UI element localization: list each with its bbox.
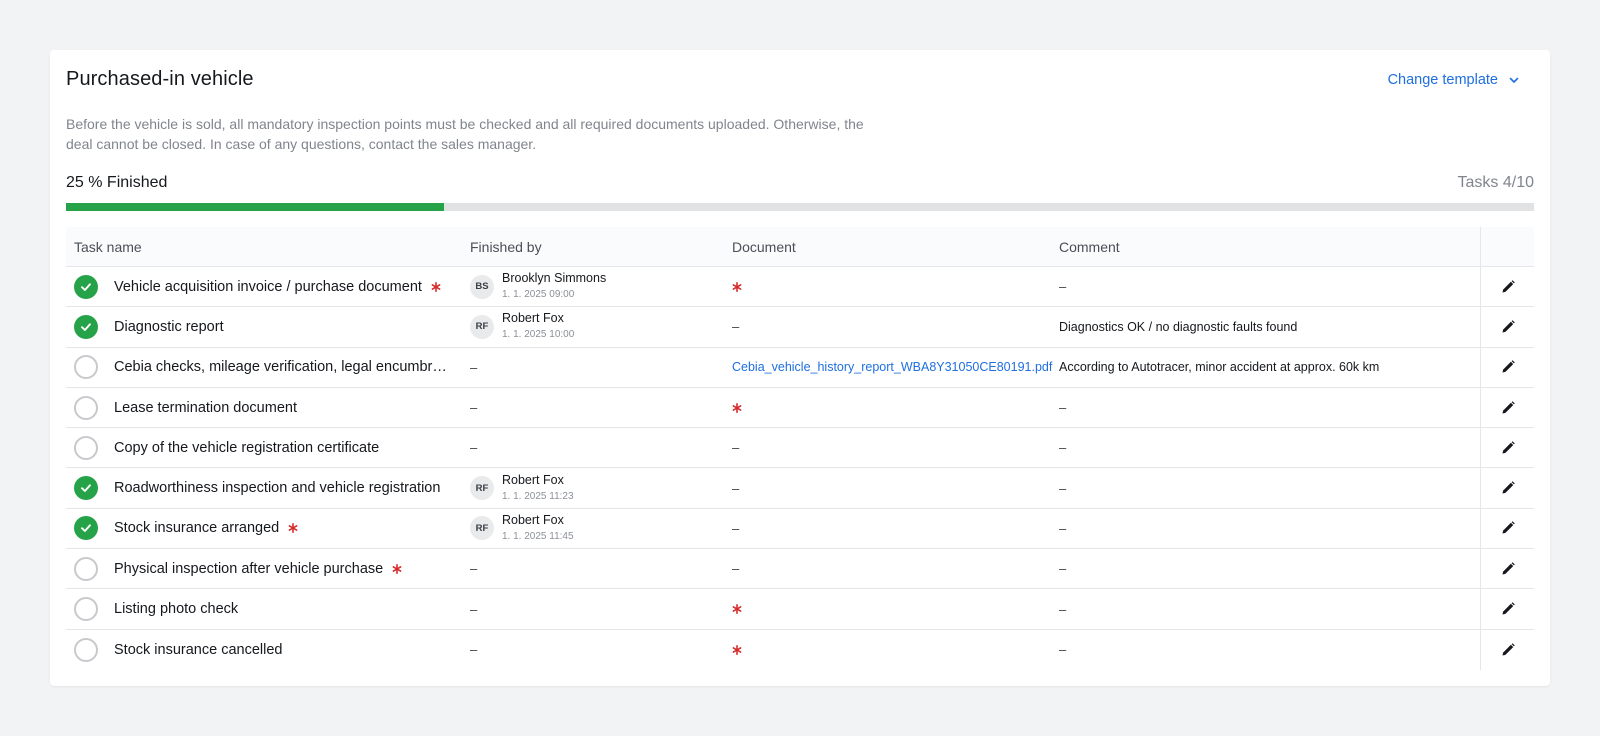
task-name: Physical inspection after vehicle purcha… <box>114 560 384 577</box>
required-asterisk-icon <box>288 523 298 534</box>
task-name: Cebia checks, mileage verification, lega… <box>114 359 454 376</box>
tasks-table: Task name Finished by Document Comment V… <box>66 226 1534 670</box>
change-template-button[interactable]: Change template <box>1388 72 1520 88</box>
comment-text: – <box>1059 440 1067 456</box>
edit-pencil-icon[interactable] <box>1500 480 1516 496</box>
empty-value: – <box>732 319 740 335</box>
table-row: Roadworthiness inspection and vehicle re… <box>66 468 1534 509</box>
empty-value: – <box>732 440 740 456</box>
document-required-asterisk-icon <box>732 604 742 615</box>
empty-value: – <box>470 601 478 617</box>
task-name: Vehicle acquisition invoice / purchase d… <box>114 278 422 295</box>
task-done-check-icon[interactable] <box>74 314 98 339</box>
empty-value: – <box>732 561 740 577</box>
progress-bar <box>66 203 1534 211</box>
avatar: BS <box>470 274 494 299</box>
edit-pencil-icon[interactable] <box>1500 642 1516 658</box>
table-header: Task name Finished by Document Comment <box>66 226 1534 267</box>
task-name: Stock insurance cancelled <box>114 641 283 658</box>
task-name: Roadworthiness inspection and vehicle re… <box>114 480 441 497</box>
avatar: RF <box>470 476 494 501</box>
edit-pencil-icon[interactable] <box>1500 561 1516 577</box>
comment-text: Diagnostics OK / no diagnostic faults fo… <box>1059 319 1298 334</box>
comment-text: – <box>1059 480 1067 496</box>
task-open-checkbox[interactable] <box>74 395 98 420</box>
column-header-actions <box>1480 226 1534 267</box>
column-header-task: Task name <box>74 238 142 255</box>
task-open-checkbox[interactable] <box>74 355 98 380</box>
empty-value: – <box>470 561 478 577</box>
change-template-label: Change template <box>1387 72 1498 88</box>
avatar: RF <box>470 314 494 339</box>
comment-text: – <box>1059 520 1067 536</box>
finished-by-name: Robert Fox <box>502 472 564 487</box>
finished-by-date: 1. 1. 2025 11:45 <box>502 530 574 542</box>
task-name: Stock insurance arranged <box>114 520 280 537</box>
finished-by-date: 1. 1. 2025 11:23 <box>502 490 574 502</box>
required-asterisk-icon <box>392 563 402 574</box>
progress-bar-fill <box>66 203 445 211</box>
checklist-description: Before the vehicle is sold, all mandator… <box>66 116 864 152</box>
progress-label: 25 % Finished <box>66 174 168 191</box>
page-title: Purchased-in vehicle <box>66 68 254 90</box>
checklist-card: Purchased-in vehicle Change template Bef… <box>50 50 1550 686</box>
document-link[interactable]: Cebia_vehicle_history_report_WBA8Y31050C… <box>732 360 1052 374</box>
comment-text: According to Autotracer, minor accident … <box>1059 360 1380 375</box>
edit-pencil-icon[interactable] <box>1500 440 1516 456</box>
edit-pencil-icon[interactable] <box>1500 400 1516 416</box>
task-done-check-icon[interactable] <box>74 476 98 501</box>
chevron-down-icon <box>1509 77 1519 83</box>
table-row: Vehicle acquisition invoice / purchase d… <box>66 267 1534 308</box>
edit-pencil-icon[interactable] <box>1500 520 1516 536</box>
edit-pencil-icon[interactable] <box>1500 601 1516 617</box>
comment-text: – <box>1059 279 1067 295</box>
task-open-checkbox[interactable] <box>74 637 98 662</box>
comment-text: – <box>1059 642 1067 658</box>
comment-text: – <box>1059 561 1067 577</box>
finished-by-name: Robert Fox <box>502 512 564 527</box>
document-required-asterisk-icon <box>732 402 742 413</box>
finished-by-name: Brooklyn Simmons <box>502 271 607 286</box>
tasks-count: Tasks 4/10 <box>1457 174 1534 191</box>
task-done-check-icon[interactable] <box>74 274 98 299</box>
column-header-comment: Comment <box>1059 238 1120 255</box>
required-asterisk-icon <box>431 281 441 292</box>
document-required-asterisk-icon <box>732 281 742 292</box>
table-row: Cebia checks, mileage verification, lega… <box>66 347 1534 388</box>
task-open-checkbox[interactable] <box>74 556 98 581</box>
task-name: Diagnostic report <box>114 318 224 335</box>
edit-pencil-icon[interactable] <box>1500 279 1516 295</box>
finished-by-date: 1. 1. 2025 09:00 <box>502 289 575 301</box>
task-name: Lease termination document <box>114 399 297 416</box>
table-row: Stock insurance cancelled – – <box>66 629 1534 670</box>
empty-value: – <box>470 440 478 456</box>
empty-value: – <box>732 520 740 536</box>
comment-text: – <box>1059 400 1067 416</box>
comment-text: – <box>1059 601 1067 617</box>
task-name: Listing photo check <box>114 601 239 618</box>
task-open-checkbox[interactable] <box>74 435 98 460</box>
task-done-check-icon[interactable] <box>74 516 98 541</box>
task-open-checkbox[interactable] <box>74 597 98 622</box>
column-header-document: Document <box>732 238 796 255</box>
finished-by-date: 1. 1. 2025 10:00 <box>502 329 575 341</box>
table-row: Stock insurance arranged RF Robert Fox 1. 1… <box>66 508 1534 550</box>
table-row: Listing photo check – – <box>66 589 1534 630</box>
empty-value: – <box>470 400 478 416</box>
empty-value: – <box>470 359 478 375</box>
table-row: Lease termination document – – <box>66 387 1534 429</box>
finished-by-name: Robert Fox <box>502 311 564 326</box>
edit-pencil-icon[interactable] <box>1500 319 1516 335</box>
task-name: Copy of the vehicle registration certifi… <box>114 439 380 456</box>
table-row: Physical inspection after vehicle purcha… <box>66 549 1534 590</box>
empty-value: – <box>732 480 740 496</box>
edit-pencil-icon[interactable] <box>1500 359 1516 375</box>
table-row: Diagnostic report RF Robert Fox 1. 1. 2025 … <box>66 307 1534 348</box>
column-header-finished-by: Finished by <box>470 238 542 255</box>
table-row: Copy of the vehicle registration certifi… <box>66 428 1534 469</box>
avatar: RF <box>470 516 494 541</box>
empty-value: – <box>470 642 478 658</box>
document-required-asterisk-icon <box>732 644 742 655</box>
